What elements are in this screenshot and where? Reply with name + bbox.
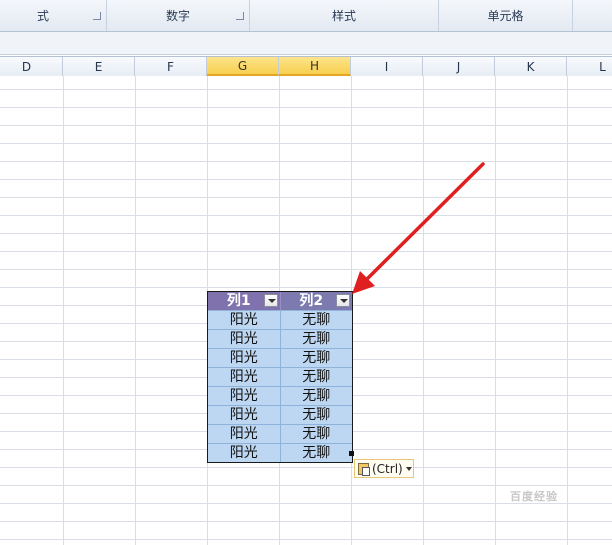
column-header-g[interactable]: G	[207, 57, 279, 76]
column-header-l[interactable]: L	[567, 57, 612, 76]
filter-dropdown-icon[interactable]	[336, 294, 350, 307]
table-header-row: 列1 列2	[208, 292, 352, 310]
table-cell[interactable]: 阳光	[208, 349, 281, 367]
data-table[interactable]: 列1 列2 阳光 无聊 阳光 无聊 阳光 无聊 阳光 无聊 阳光 无聊 阳光 无…	[207, 291, 353, 463]
table-cell[interactable]: 阳光	[208, 406, 281, 424]
column-headers: D E F G H I J K L	[0, 56, 612, 77]
table-row: 阳光 无聊	[208, 405, 352, 424]
table-cell[interactable]: 无聊	[281, 387, 353, 405]
table-row: 阳光 无聊	[208, 443, 352, 462]
ribbon: 式 launch 数字 launch 样式 单元格	[0, 0, 612, 32]
table-header-col2[interactable]: 列2	[280, 292, 352, 310]
table-cell[interactable]: 阳光	[208, 444, 281, 462]
table-resize-handle[interactable]	[349, 451, 354, 456]
table-cell[interactable]: 阳光	[208, 425, 281, 443]
table-cell[interactable]: 无聊	[281, 349, 353, 367]
table-row: 阳光 无聊	[208, 310, 352, 329]
header-label: 列1	[226, 293, 251, 309]
table-cell[interactable]: 阳光	[208, 311, 281, 329]
table-row: 阳光 无聊	[208, 424, 352, 443]
ribbon-group-number: 数字 launch	[107, 0, 250, 31]
clipboard-icon	[358, 462, 370, 476]
ribbon-group-alignment: 式 launch	[0, 0, 107, 31]
column-header-i[interactable]: I	[351, 57, 423, 76]
chevron-down-icon	[405, 466, 412, 471]
column-header-h[interactable]: H	[279, 57, 351, 76]
table-row: 阳光 无聊	[208, 386, 352, 405]
ribbon-group-label: 式	[36, 9, 49, 23]
table-row: 阳光 无聊	[208, 367, 352, 386]
column-header-e[interactable]: E	[63, 57, 135, 76]
table-cell[interactable]: 无聊	[281, 444, 353, 462]
table-row: 阳光 无聊	[208, 329, 352, 348]
table-cell[interactable]: 阳光	[208, 368, 281, 386]
dialog-launcher-icon[interactable]: launch	[236, 12, 244, 20]
filter-dropdown-icon[interactable]	[263, 294, 278, 307]
table-cell[interactable]: 无聊	[281, 406, 353, 424]
table-cell[interactable]: 无聊	[281, 311, 353, 329]
header-label: 列2	[299, 293, 324, 309]
table-header-col1[interactable]: 列1	[208, 292, 281, 310]
table-cell[interactable]: 阳光	[208, 387, 281, 405]
ribbon-group-cells: 单元格	[439, 0, 573, 31]
ribbon-group-label: 数字	[165, 9, 190, 23]
table-cell[interactable]: 无聊	[281, 425, 353, 443]
table-cell[interactable]: 无聊	[281, 330, 353, 348]
paste-options-label: (Ctrl)	[372, 461, 403, 476]
ribbon-group-styles: 样式	[250, 0, 439, 31]
ribbon-group-label: 样式	[331, 9, 356, 23]
paste-options-button[interactable]: (Ctrl)	[354, 459, 414, 478]
formula-bar[interactable]	[0, 32, 612, 55]
column-header-f[interactable]: F	[135, 57, 207, 76]
column-header-j[interactable]: J	[423, 57, 495, 76]
table-cell[interactable]: 阳光	[208, 330, 281, 348]
dialog-launcher-icon[interactable]: launch	[93, 12, 101, 20]
column-header-d[interactable]: D	[0, 57, 63, 76]
ribbon-group-label: 单元格	[487, 9, 524, 23]
table-cell[interactable]: 无聊	[281, 368, 353, 386]
column-header-k[interactable]: K	[495, 57, 567, 76]
watermark: 百度经验	[510, 490, 558, 503]
table-row: 阳光 无聊	[208, 348, 352, 367]
